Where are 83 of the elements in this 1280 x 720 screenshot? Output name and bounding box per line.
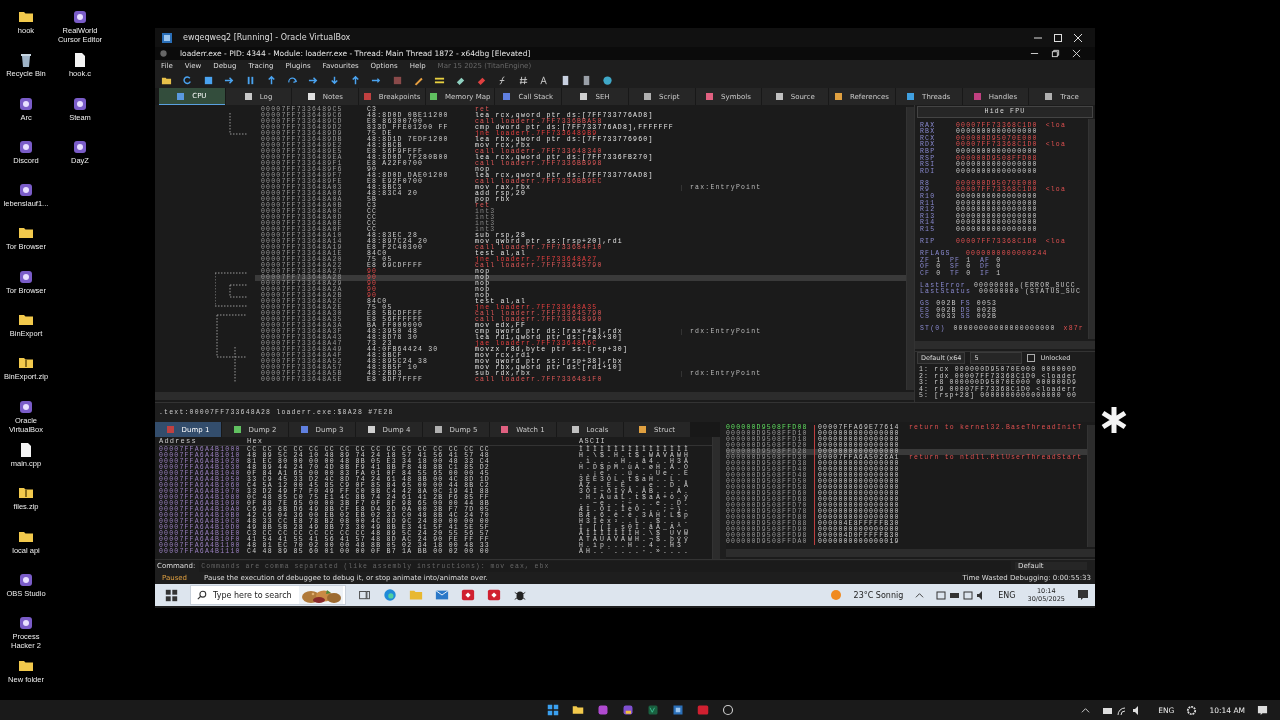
stop-icon[interactable] bbox=[203, 74, 214, 86]
chevron-icon[interactable] bbox=[1081, 705, 1091, 715]
document-icon[interactable] bbox=[560, 74, 571, 86]
language-indicator[interactable]: ENG bbox=[998, 590, 1016, 600]
app-icon[interactable] bbox=[18, 571, 34, 588]
tab-icon bbox=[835, 93, 842, 100]
tab-icon bbox=[166, 426, 174, 433]
notification-icon[interactable] bbox=[1077, 589, 1089, 601]
document-icon[interactable] bbox=[72, 52, 88, 69]
search-box[interactable]: Type here to search bbox=[190, 585, 346, 605]
app-icon[interactable] bbox=[72, 9, 88, 25]
tab-icon bbox=[503, 93, 511, 100]
document-icon[interactable] bbox=[581, 74, 592, 86]
hash-icon[interactable] bbox=[518, 74, 529, 86]
tab-icon bbox=[434, 426, 442, 433]
pause-icon[interactable] bbox=[245, 74, 256, 86]
app-icon[interactable] bbox=[18, 182, 34, 199]
tab-icon bbox=[244, 93, 252, 100]
checkbox[interactable] bbox=[1027, 354, 1036, 362]
tab-icon bbox=[571, 426, 579, 433]
app-icon[interactable] bbox=[722, 704, 734, 716]
folder-icon[interactable] bbox=[572, 704, 584, 716]
scrollbar[interactable] bbox=[726, 549, 1095, 557]
folder-icon[interactable] bbox=[18, 9, 34, 25]
tab-icon bbox=[233, 426, 241, 433]
tab-icon bbox=[429, 93, 437, 100]
app-icon[interactable] bbox=[72, 138, 88, 155]
window-title: ewqeqweq2 [Running] - Oracle VirtualBox bbox=[183, 33, 351, 42]
document-icon[interactable] bbox=[18, 441, 34, 458]
app-icon[interactable] bbox=[18, 615, 34, 632]
tab-icon bbox=[501, 426, 509, 433]
virtualbox-icon[interactable] bbox=[672, 704, 684, 716]
tab-icon bbox=[367, 426, 375, 433]
scrollbar[interactable] bbox=[915, 341, 1095, 349]
tab-icon bbox=[580, 93, 588, 100]
scrollbar[interactable] bbox=[906, 107, 914, 390]
arrow-icon[interactable] bbox=[350, 74, 361, 86]
scrollbar[interactable] bbox=[1088, 118, 1095, 340]
restart-icon[interactable] bbox=[182, 74, 193, 86]
tab-icon bbox=[775, 93, 783, 100]
maximize-icon[interactable] bbox=[1053, 32, 1063, 43]
tab-icon bbox=[638, 426, 646, 433]
tab-icon bbox=[1045, 93, 1053, 100]
tab-icon bbox=[644, 93, 652, 100]
app-icon[interactable] bbox=[647, 704, 659, 716]
asterisk-icon bbox=[1099, 405, 1129, 435]
app-icon[interactable] bbox=[18, 268, 34, 285]
app-icon[interactable] bbox=[622, 704, 634, 716]
notification-icon[interactable] bbox=[1257, 704, 1268, 716]
start-icon[interactable] bbox=[165, 588, 178, 602]
tab-icon bbox=[706, 93, 714, 100]
browser-icon[interactable] bbox=[383, 588, 397, 602]
scrollbar[interactable] bbox=[1087, 425, 1095, 547]
virtualbox-icon bbox=[161, 31, 173, 44]
recycle-bin-icon[interactable] bbox=[18, 52, 34, 69]
arrow-icon[interactable] bbox=[329, 74, 340, 86]
tab-icon bbox=[907, 93, 915, 100]
app-icon[interactable] bbox=[18, 138, 34, 155]
tab-icon bbox=[307, 93, 315, 100]
tab-icon bbox=[363, 93, 371, 100]
tab-icon bbox=[177, 92, 185, 100]
globe-icon[interactable] bbox=[602, 74, 613, 86]
search-field[interactable]: Type here to search bbox=[211, 589, 295, 601]
app-icon[interactable] bbox=[18, 95, 34, 112]
tab-icon bbox=[973, 93, 981, 100]
chevron-icon[interactable] bbox=[915, 590, 925, 600]
square-icon[interactable] bbox=[392, 74, 403, 86]
search-icon bbox=[197, 590, 207, 600]
mail-icon[interactable] bbox=[435, 588, 449, 602]
weather-label[interactable]: 23°C Sonnig bbox=[853, 590, 904, 600]
close-icon[interactable] bbox=[1072, 49, 1081, 58]
gear-icon[interactable] bbox=[1186, 704, 1198, 716]
restore-icon[interactable] bbox=[1051, 49, 1060, 58]
app-icon[interactable] bbox=[18, 398, 34, 415]
task-view-icon[interactable] bbox=[358, 588, 371, 602]
close-icon[interactable] bbox=[1073, 32, 1083, 43]
font-icon[interactable] bbox=[539, 74, 550, 86]
tab-icon bbox=[300, 426, 308, 433]
scrollbar[interactable] bbox=[155, 392, 914, 400]
arrow-icon[interactable] bbox=[266, 74, 277, 86]
app-icon[interactable] bbox=[72, 95, 88, 112]
scrollbar[interactable] bbox=[712, 437, 720, 559]
start-icon[interactable] bbox=[547, 704, 559, 716]
